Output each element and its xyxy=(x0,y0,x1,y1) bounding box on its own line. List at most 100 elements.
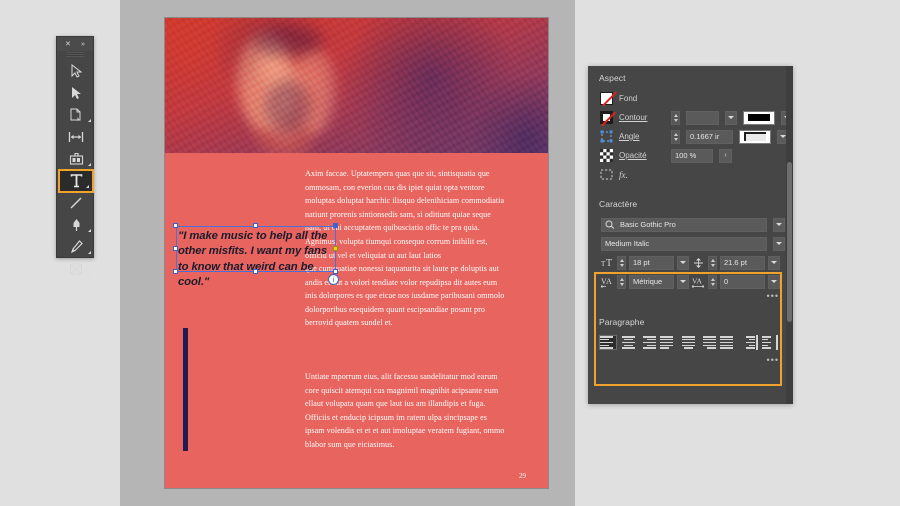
leading-icon xyxy=(692,256,705,269)
opacity-label[interactable]: Opacité xyxy=(619,151,665,160)
document-canvas[interactable]: Axim faccae. Uptatempera quas que sit, s… xyxy=(120,0,575,506)
font-size-input[interactable]: 18 pt xyxy=(629,255,674,270)
close-icon[interactable]: ✕ xyxy=(65,41,71,48)
font-style-row[interactable]: Medium Italic xyxy=(588,234,793,253)
opacity-input[interactable]: 100 % xyxy=(671,148,713,163)
caractere-more-options-icon[interactable]: ••• xyxy=(767,291,779,301)
justify-right-button[interactable] xyxy=(699,335,717,350)
stroke-weight-dropdown-icon[interactable] xyxy=(725,110,737,125)
tool-flyout-indicator xyxy=(88,229,91,232)
tracking-icon: VA xyxy=(692,275,705,288)
corner-options-icon[interactable] xyxy=(599,130,613,143)
content-collector-tool[interactable] xyxy=(57,148,95,170)
align-toward-spine-button[interactable] xyxy=(739,335,758,350)
gap-tool[interactable] xyxy=(57,126,95,148)
tools-panel[interactable]: ✕ » xyxy=(56,36,95,276)
stroke-style-swatch[interactable] xyxy=(743,110,775,125)
font-family-row[interactable]: Basic Gothic Pro xyxy=(588,215,793,234)
resize-handle-bottom-left[interactable] xyxy=(173,269,178,274)
align-center-button[interactable] xyxy=(619,335,637,350)
kerning-dropdown-icon[interactable] xyxy=(677,274,689,289)
tools-panel-header[interactable]: ✕ » xyxy=(57,37,93,51)
expand-icon[interactable]: » xyxy=(81,41,85,48)
corner-row[interactable]: Angle 0.1667 ir xyxy=(588,127,793,146)
stroke-weight-input[interactable] xyxy=(686,110,719,125)
align-right-button[interactable] xyxy=(639,335,657,350)
paragraphe-section-title: Paragraphe xyxy=(599,317,645,327)
alignment-button-group[interactable] xyxy=(588,335,793,350)
stroke-weight-stepper[interactable] xyxy=(671,110,680,125)
no-fill-icon[interactable] xyxy=(599,92,613,105)
selection-tool[interactable] xyxy=(57,60,95,82)
corner-options-handle[interactable] xyxy=(333,246,338,251)
tool-flyout-indicator xyxy=(88,163,91,166)
pull-quote-text[interactable]: "I make music to help all the other misf… xyxy=(178,229,340,290)
paragraphe-more-options-icon[interactable]: ••• xyxy=(767,355,779,365)
pen-tool[interactable] xyxy=(57,214,95,236)
font-style-input[interactable]: Medium Italic xyxy=(601,236,767,251)
text-outport-handle[interactable]: i xyxy=(328,274,339,285)
fx-label[interactable]: fx. xyxy=(619,170,665,180)
effects-row[interactable]: fx. xyxy=(588,165,793,184)
kerning-stepper[interactable] xyxy=(617,274,626,289)
panel-gripper[interactable] xyxy=(66,52,84,57)
justify-all-button[interactable] xyxy=(719,335,737,350)
document-page[interactable]: Axim faccae. Uptatempera quas que sit, s… xyxy=(165,18,548,488)
aspect-section: Aspect Fond Contour Angle 0.1667 ir Opac… xyxy=(588,66,793,184)
font-style-dropdown-icon[interactable] xyxy=(773,236,785,251)
leading-input[interactable]: 21.6 pt xyxy=(720,255,765,270)
pencil-tool[interactable] xyxy=(57,236,95,258)
leading-stepper[interactable] xyxy=(708,255,717,270)
corner-value-input[interactable]: 0.1667 ir xyxy=(686,129,733,144)
font-size-icon: TT xyxy=(601,256,614,269)
tracking-dropdown-icon[interactable] xyxy=(768,274,780,289)
opacity-checkerboard-icon xyxy=(599,149,613,162)
font-size-dropdown-icon[interactable] xyxy=(677,255,689,270)
font-family-dropdown-icon[interactable] xyxy=(773,217,785,232)
align-away-spine-button[interactable] xyxy=(759,335,778,350)
stroke-row[interactable]: Contour xyxy=(588,108,793,127)
aspect-section-title: Aspect xyxy=(599,73,626,83)
align-left-button[interactable] xyxy=(599,335,617,350)
font-family-input[interactable]: Basic Gothic Pro xyxy=(601,217,767,232)
resize-handle-bottom-center[interactable] xyxy=(253,269,258,274)
duotone-portrait-image[interactable] xyxy=(165,18,548,153)
leading-dropdown-icon[interactable] xyxy=(768,255,780,270)
pull-quote-text-frame[interactable]: "I make music to help all the other misf… xyxy=(173,223,339,288)
font-family-value: Basic Gothic Pro xyxy=(620,220,676,229)
no-stroke-icon[interactable] xyxy=(599,111,613,124)
page-tool[interactable] xyxy=(57,104,95,126)
corner-value-stepper[interactable] xyxy=(671,129,680,144)
kerning-input[interactable]: Métrique xyxy=(629,274,674,289)
line-tool[interactable] xyxy=(57,192,95,214)
fill-row[interactable]: Fond xyxy=(588,89,793,108)
justify-left-button[interactable] xyxy=(659,335,677,350)
font-size-leading-row[interactable]: TT 18 pt 21.6 pt xyxy=(588,253,793,272)
opacity-flyout-icon[interactable]: › xyxy=(719,148,732,163)
stroke-label[interactable]: Contour xyxy=(619,113,665,122)
tool-flyout-indicator xyxy=(88,251,91,254)
tool-flyout-indicator xyxy=(88,273,91,276)
kerning-tracking-row[interactable]: VA Métrique VA 0 xyxy=(588,272,793,291)
direct-selection-tool[interactable] xyxy=(57,82,95,104)
tool-flyout-indicator xyxy=(86,185,89,188)
resize-handle-top-center[interactable] xyxy=(253,223,258,228)
properties-panel[interactable]: Aspect Fond Contour Angle 0.1667 ir Opac… xyxy=(588,66,793,404)
container-target-icon[interactable] xyxy=(599,168,613,181)
frame-tool[interactable] xyxy=(57,258,95,280)
tracking-stepper[interactable] xyxy=(708,274,717,289)
caractere-section-title: Caractère xyxy=(599,199,638,209)
tool-flyout-indicator xyxy=(88,119,91,122)
corner-shape-swatch[interactable] xyxy=(739,129,771,144)
type-tool[interactable] xyxy=(58,169,94,193)
resize-handle-top-left[interactable] xyxy=(173,223,178,228)
opacity-row[interactable]: Opacité 100 % › xyxy=(588,146,793,165)
body-paragraph-3: Untiate mporrum eius, alit facessu sande… xyxy=(305,372,505,449)
tracking-input[interactable]: 0 xyxy=(720,274,765,289)
corner-label[interactable]: Angle xyxy=(619,132,665,141)
font-size-stepper[interactable] xyxy=(617,255,626,270)
justify-center-button[interactable] xyxy=(679,335,697,350)
resize-handle-middle-left[interactable] xyxy=(173,246,178,251)
navy-vertical-rule xyxy=(183,328,188,451)
text-inport-handle[interactable] xyxy=(333,223,338,228)
